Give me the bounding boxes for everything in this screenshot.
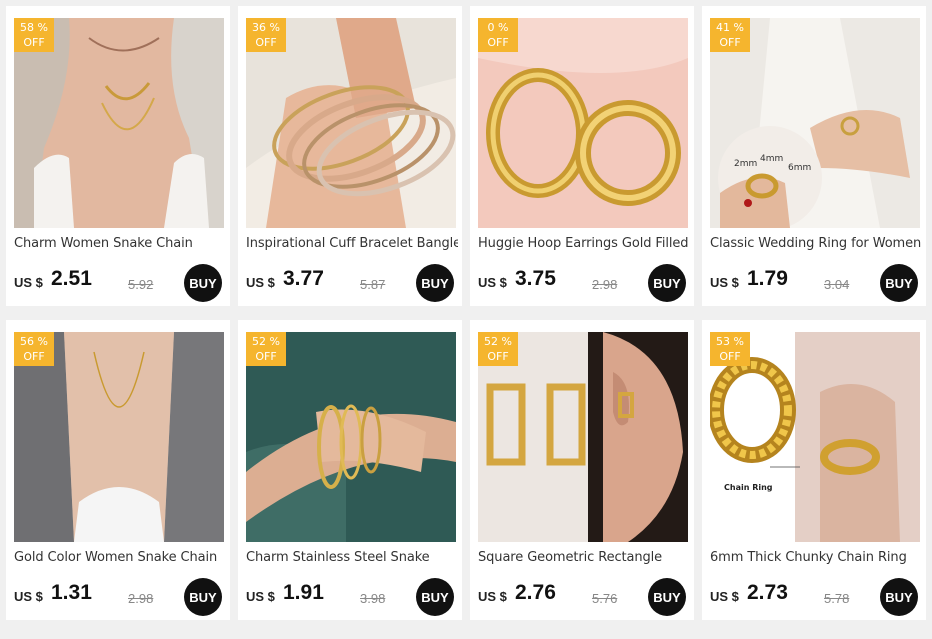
product-card[interactable]: 2mm 4mm 6mm 41 % OFF Classic Wedding Rin… xyxy=(702,6,926,306)
discount-percent: 52 % xyxy=(252,335,280,348)
price-row: US $ 2.73 5.78 BUY xyxy=(710,578,920,616)
product-title[interactable]: Square Geometric Rectangle xyxy=(478,550,690,568)
ring-size-6mm: 6mm xyxy=(788,163,811,173)
sale-price: 1.79 xyxy=(747,267,788,290)
buy-button[interactable]: BUY xyxy=(416,578,454,616)
chain-ring-label: Chain Ring xyxy=(724,483,773,492)
product-card[interactable]: 56 % OFF Gold Color Women Snake Chain US… xyxy=(6,320,230,620)
original-price: 5.87 xyxy=(360,277,386,292)
ring-size-2mm: 2mm xyxy=(734,159,757,169)
discount-badge: 0 % OFF xyxy=(478,18,518,52)
buy-button[interactable]: BUY xyxy=(648,578,686,616)
sale-price: 2.76 xyxy=(515,581,556,604)
original-price: 5.78 xyxy=(824,591,850,606)
buy-button[interactable]: BUY xyxy=(184,264,222,302)
currency-label: US $ xyxy=(246,275,275,290)
price-row: US $ 2.51 5.92 BUY xyxy=(14,264,224,302)
discount-off-label: OFF xyxy=(719,36,741,49)
discount-off-label: OFF xyxy=(487,350,509,363)
discount-off-label: OFF xyxy=(487,36,509,49)
discount-off-label: OFF xyxy=(23,36,45,49)
discount-percent: 53 % xyxy=(716,335,744,348)
discount-badge: 53 % OFF xyxy=(710,332,750,366)
sale-price: 2.73 xyxy=(747,581,788,604)
discount-percent: 41 % xyxy=(716,21,744,34)
product-grid: 58 % OFF Charm Women Snake Chain US $ 2.… xyxy=(0,0,932,639)
discount-badge: 36 % OFF xyxy=(246,18,286,52)
currency-label: US $ xyxy=(14,275,43,290)
product-card[interactable]: 0 % OFF Huggie Hoop Earrings Gold Filled… xyxy=(470,6,694,306)
discount-off-label: OFF xyxy=(719,350,741,363)
buy-button[interactable]: BUY xyxy=(880,264,918,302)
buy-button[interactable]: BUY xyxy=(880,578,918,616)
original-price: 5.92 xyxy=(128,277,154,292)
currency-label: US $ xyxy=(478,275,507,290)
discount-badge: 52 % OFF xyxy=(478,332,518,366)
original-price: 2.98 xyxy=(128,591,154,606)
product-title[interactable]: 6mm Thick Chunky Chain Ring xyxy=(710,550,922,568)
original-price: 5.76 xyxy=(592,591,618,606)
discount-percent: 52 % xyxy=(484,335,512,348)
product-title[interactable]: Gold Color Women Snake Chain xyxy=(14,550,226,568)
product-title[interactable]: Huggie Hoop Earrings Gold Filled xyxy=(478,236,690,254)
discount-badge: 58 % OFF xyxy=(14,18,54,52)
discount-off-label: OFF xyxy=(23,350,45,363)
price-row: US $ 3.77 5.87 BUY xyxy=(246,264,456,302)
discount-percent: 0 % xyxy=(487,21,509,34)
price-row: US $ 1.79 3.04 BUY xyxy=(710,264,920,302)
sale-price: 3.77 xyxy=(283,267,324,290)
original-price: 3.04 xyxy=(824,277,850,292)
price-row: US $ 1.31 2.98 BUY xyxy=(14,578,224,616)
currency-label: US $ xyxy=(14,589,43,604)
product-title[interactable]: Charm Stainless Steel Snake xyxy=(246,550,458,568)
discount-off-label: OFF xyxy=(255,36,277,49)
sale-price: 3.75 xyxy=(515,267,556,290)
product-card[interactable]: 52 % OFF Charm Stainless Steel Snake US … xyxy=(238,320,462,620)
discount-percent: 58 % xyxy=(20,21,48,34)
product-title[interactable]: Charm Women Snake Chain xyxy=(14,236,226,254)
product-card[interactable]: Chain Ring 53 % OFF 6mm Thick Chunky Cha… xyxy=(702,320,926,620)
price-row: US $ 2.76 5.76 BUY xyxy=(478,578,688,616)
currency-label: US $ xyxy=(710,275,739,290)
discount-badge: 41 % OFF xyxy=(710,18,750,52)
product-title[interactable]: Inspirational Cuff Bracelet Bangle xyxy=(246,236,458,254)
buy-button[interactable]: BUY xyxy=(416,264,454,302)
discount-percent: 56 % xyxy=(20,335,48,348)
buy-button[interactable]: BUY xyxy=(184,578,222,616)
currency-label: US $ xyxy=(478,589,507,604)
ring-size-4mm: 4mm xyxy=(760,154,783,164)
price-row: US $ 3.75 2.98 BUY xyxy=(478,264,688,302)
discount-off-label: OFF xyxy=(255,350,277,363)
discount-badge: 56 % OFF xyxy=(14,332,54,366)
product-title[interactable]: Classic Wedding Ring for Women xyxy=(710,236,922,254)
price-row: US $ 1.91 3.98 BUY xyxy=(246,578,456,616)
product-card[interactable]: 52 % OFF Square Geometric Rectangle US $… xyxy=(470,320,694,620)
product-card[interactable]: 36 % OFF Inspirational Cuff Bracelet Ban… xyxy=(238,6,462,306)
sale-price: 2.51 xyxy=(51,267,92,290)
buy-button[interactable]: BUY xyxy=(648,264,686,302)
original-price: 2.98 xyxy=(592,277,618,292)
original-price: 3.98 xyxy=(360,591,386,606)
product-card[interactable]: 58 % OFF Charm Women Snake Chain US $ 2.… xyxy=(6,6,230,306)
currency-label: US $ xyxy=(246,589,275,604)
sale-price: 1.31 xyxy=(51,581,92,604)
sale-price: 1.91 xyxy=(283,581,324,604)
currency-label: US $ xyxy=(710,589,739,604)
discount-badge: 52 % OFF xyxy=(246,332,286,366)
discount-percent: 36 % xyxy=(252,21,280,34)
